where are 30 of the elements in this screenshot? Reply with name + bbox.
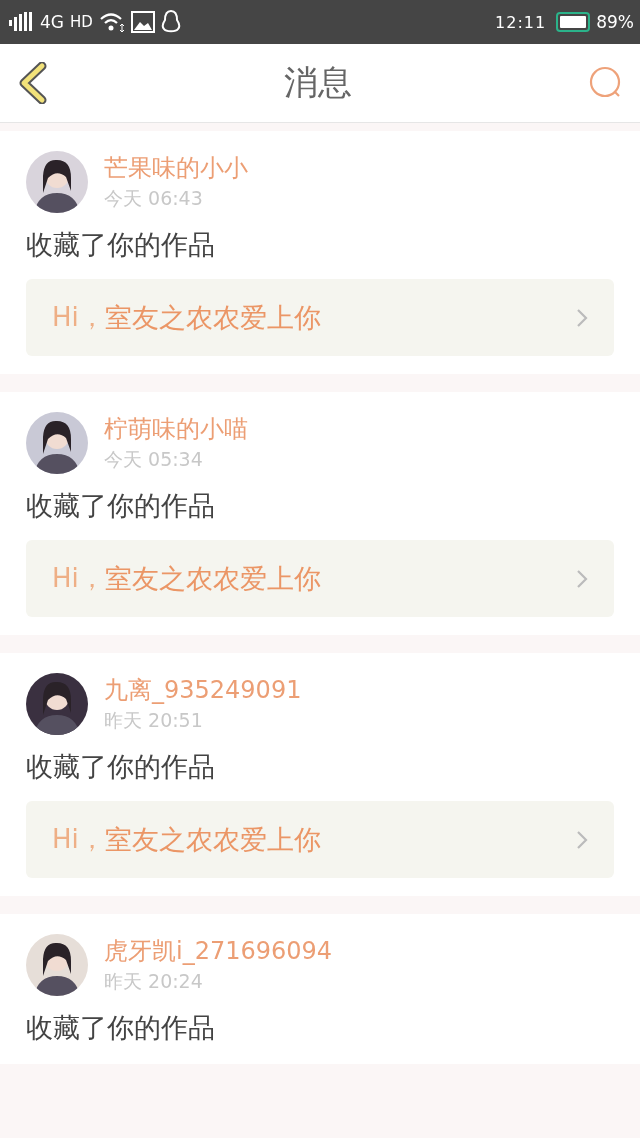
image-icon [130, 11, 155, 33]
work-title: 室友之农农爱上你 [104, 822, 321, 857]
work-link[interactable]: Hi，室友之农农爱上你 [26, 801, 614, 878]
work-link[interactable]: Hi，室友之农农爱上你 [26, 540, 614, 617]
message-text: 收藏了你的作品 [26, 750, 216, 784]
battery-icon [556, 12, 591, 32]
clock-time: 12:11 [495, 12, 547, 32]
user-name[interactable]: 九离_935249091 [104, 674, 302, 706]
message-text: 收藏了你的作品 [26, 1011, 216, 1045]
greeting-text: Hi， [52, 301, 105, 334]
wifi-icon [98, 11, 125, 33]
network-type: 4G [40, 12, 64, 32]
user-name[interactable]: 芒果味的小小 [104, 152, 248, 184]
work-link[interactable]: Hi，室友之农农爱上你 [26, 279, 614, 356]
chevron-icon [576, 829, 588, 850]
back-button[interactable] [18, 62, 48, 104]
message-text: 收藏了你的作品 [26, 228, 216, 262]
work-title: 室友之农农爱上你 [104, 300, 321, 335]
work-title: 室友之农农爱上你 [104, 561, 321, 596]
chevron-icon [576, 568, 588, 589]
message-text: 收藏了你的作品 [26, 489, 216, 523]
user-name[interactable]: 虎牙凯i_271696094 [104, 935, 333, 967]
greeting-text: Hi， [52, 823, 105, 856]
user-name[interactable]: 柠萌味的小喵 [104, 413, 248, 445]
hd-indicator: HD [70, 13, 93, 31]
chevron-icon [576, 307, 588, 328]
greeting-text: Hi， [52, 562, 105, 595]
page-title: 消息 [284, 61, 352, 104]
battery-percent: 89% [596, 12, 634, 32]
signal-icon [8, 12, 34, 32]
